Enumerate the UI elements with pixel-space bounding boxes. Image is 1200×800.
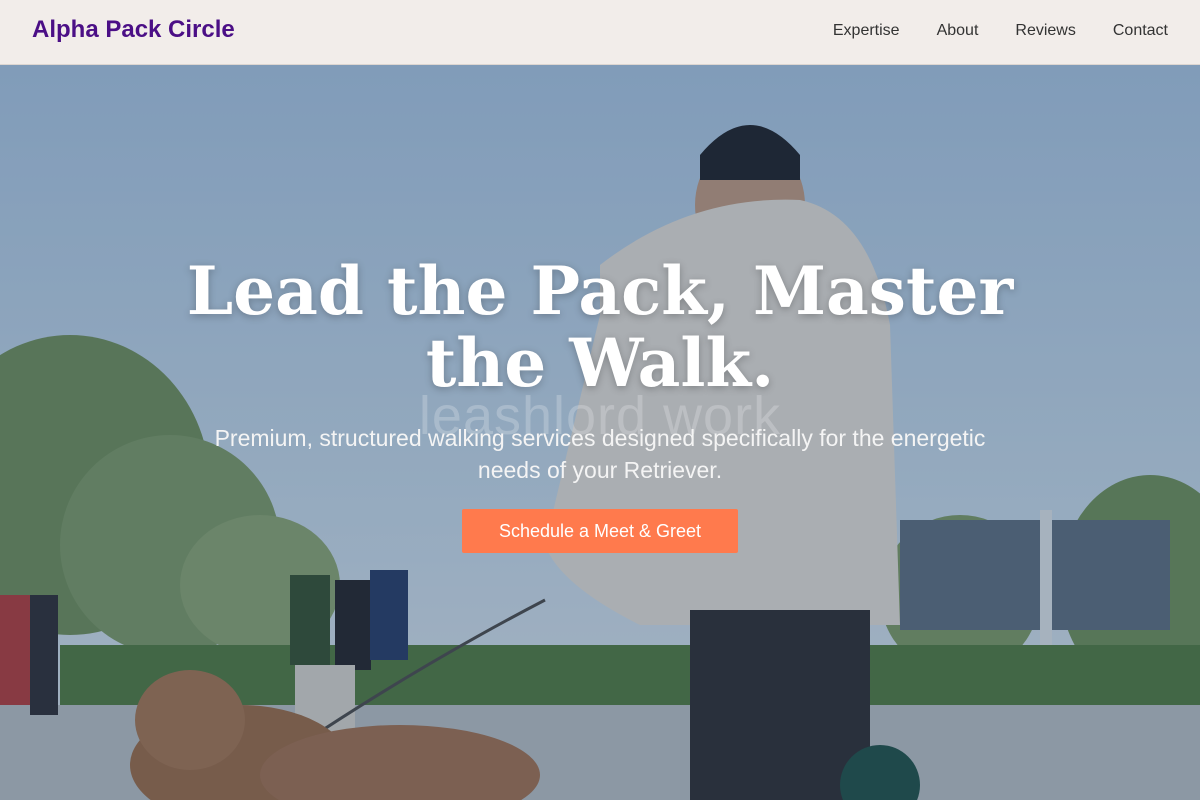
- schedule-meet-greet-button[interactable]: Schedule a Meet & Greet: [462, 509, 738, 553]
- nav-link-reviews[interactable]: Reviews: [1015, 22, 1075, 40]
- nav-link-about[interactable]: About: [937, 22, 979, 40]
- hero-section: leashlord work Lead the Pack, Master the…: [0, 65, 1200, 800]
- nav-link-contact[interactable]: Contact: [1113, 22, 1168, 40]
- hero-headline: Lead the Pack, Master the Walk.: [186, 252, 1014, 402]
- hero-subtitle: Premium, structured walking services des…: [214, 425, 986, 483]
- top-navbar: Alpha Pack Circle Expertise About Review…: [0, 0, 1200, 65]
- nav-link-expertise[interactable]: Expertise: [833, 22, 900, 40]
- nav-links: Expertise About Reviews Contact: [833, 22, 1168, 40]
- brand-logo[interactable]: Alpha Pack Circle: [32, 16, 235, 44]
